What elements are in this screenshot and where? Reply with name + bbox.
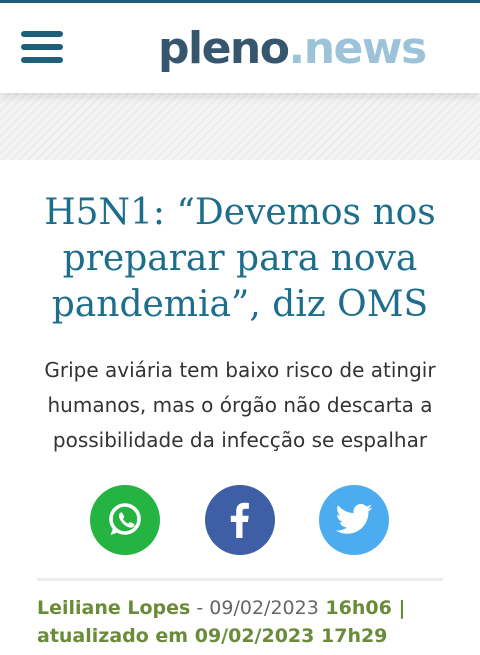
logo-suffix: news (303, 23, 428, 74)
facebook-share-button[interactable] (205, 485, 275, 555)
byline-divider (37, 578, 443, 581)
author-name[interactable]: Leiliane Lopes (37, 597, 190, 619)
site-logo[interactable]: pleno.news (158, 19, 428, 79)
published-time: 16h06 (325, 597, 392, 619)
logo-brand: plen (158, 23, 261, 74)
logo-mark: o (259, 23, 290, 74)
whatsapp-icon (109, 503, 141, 535)
updated-date: 09/02/2023 (194, 625, 315, 647)
hamburger-menu-icon[interactable] (21, 31, 63, 63)
twitter-share-button[interactable] (319, 485, 389, 555)
decorative-stripe-band (0, 93, 480, 160)
facebook-icon (230, 502, 249, 538)
updated-time: 17h29 (321, 625, 388, 647)
published-date: 09/02/2023 (209, 597, 319, 619)
twitter-icon (335, 504, 373, 534)
logo-dot: . (288, 23, 305, 74)
site-header: pleno.news (0, 3, 480, 93)
article-title: H5N1: “Devemos nos preparar para nova pa… (44, 192, 436, 325)
article-subtitle: Gripe aviária tem baixo risco de atingir… (44, 358, 436, 452)
whatsapp-share-button[interactable] (90, 485, 160, 555)
byline-separator: - (190, 597, 210, 619)
article-byline: Leiliane Lopes - 09/02/2023 16h06 | atua… (37, 594, 457, 650)
article-content: H5N1: “Devemos nos preparar para nova pa… (0, 160, 480, 655)
